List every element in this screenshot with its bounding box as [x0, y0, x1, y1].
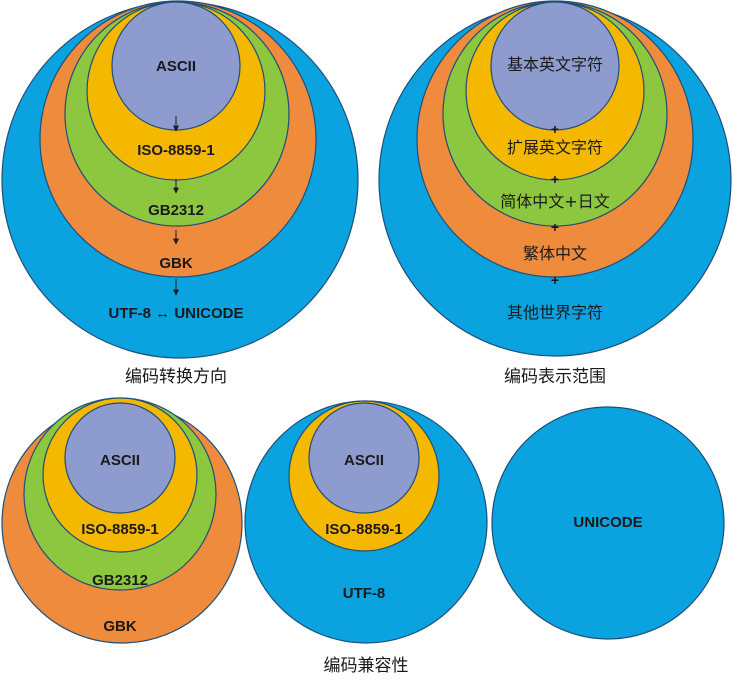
- label-utf8-unicode: UTF-8 ↔ UNICODE: [109, 305, 244, 322]
- representation-range-diagram: 基本英文字符 + 扩展英文字符 + 简体中文+日文 + 繁体中文 + 其他世界字…: [378, 0, 732, 387]
- label-iso-8859-1: ISO-8859-1: [137, 142, 215, 159]
- label-simplified-japanese: 简体中文+日文: [500, 192, 609, 211]
- label-utf8: UTF-8: [343, 585, 386, 602]
- label-traditional-chinese: 繁体中文: [523, 244, 587, 263]
- label-ascii: ASCII: [156, 58, 196, 75]
- label-gb2312-gbk: GB2312: [92, 572, 148, 589]
- conversion-direction-diagram: ASCII ISO-8859-1 GB2312 GBK UTF-8 ↔ UNIC…: [1, 0, 359, 387]
- unicode-compat-group: UNICODE: [491, 406, 725, 640]
- label-gb2312: GB2312: [148, 202, 204, 219]
- compatibility-diagram: ASCII ISO-8859-1 GB2312 GBK ASCII ISO-88…: [1, 397, 725, 676]
- caption-compatibility: 编码兼容性: [324, 656, 409, 676]
- label-ascii-utf8: ASCII: [344, 452, 384, 469]
- label-iso-utf8: ISO-8859-1: [325, 521, 403, 538]
- encoding-diagram: ASCII ISO-8859-1 GB2312 GBK UTF-8 ↔ UNIC…: [1, 0, 732, 676]
- label-world-chars: 其他世界字符: [507, 303, 603, 322]
- label-extended-english: 扩展英文字符: [507, 138, 603, 157]
- label-gbk-outer: GBK: [103, 618, 137, 635]
- plus-2: +: [551, 171, 559, 187]
- plus-1: +: [551, 121, 559, 137]
- label-iso-gbk: ISO-8859-1: [81, 521, 159, 538]
- plus-4: +: [551, 272, 559, 288]
- label-gbk: GBK: [159, 255, 193, 272]
- caption-conversion-direction: 编码转换方向: [125, 367, 227, 387]
- plus-3: +: [551, 219, 559, 235]
- caption-representation-range: 编码表示范围: [504, 367, 606, 387]
- gbk-compat-group: ASCII ISO-8859-1 GB2312 GBK: [1, 397, 243, 644]
- label-ascii-gbk: ASCII: [100, 452, 140, 469]
- label-basic-english: 基本英文字符: [507, 55, 603, 74]
- utf8-compat-group: ASCII ISO-8859-1 UTF-8: [244, 400, 488, 644]
- label-unicode: UNICODE: [573, 514, 642, 531]
